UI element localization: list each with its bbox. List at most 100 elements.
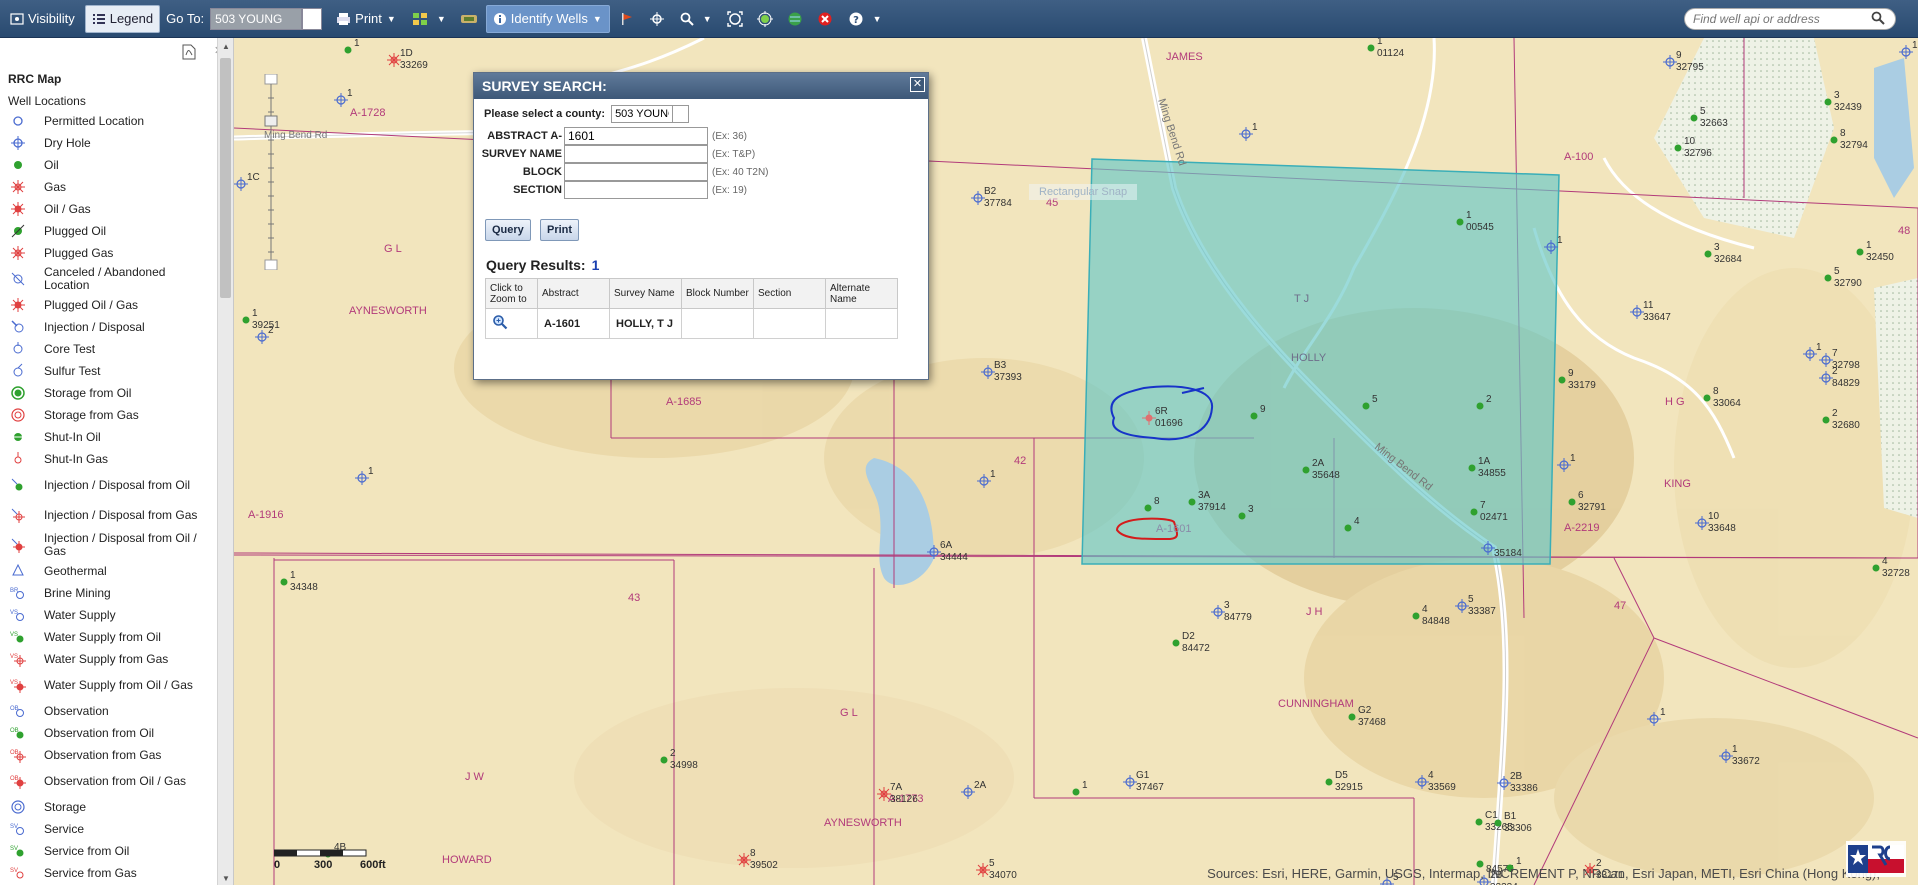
legend-item-shutin-oil: Shut-In Oil <box>0 426 216 448</box>
dialog-titlebar[interactable]: SURVEY SEARCH: ✕ <box>474 73 928 99</box>
goto-dropdown[interactable] <box>302 7 323 30</box>
close-icon[interactable]: ✕ <box>910 77 925 92</box>
well-api-label: 39251 <box>252 320 280 331</box>
list-icon <box>92 12 106 26</box>
legend-scrollbar[interactable]: ▲ ▼ <box>217 38 233 885</box>
survey-label: A-2219 <box>1564 522 1599 534</box>
legend-scroll-thumb[interactable] <box>220 58 231 298</box>
scroll-up-icon[interactable]: ▲ <box>221 42 231 51</box>
pdf-icon[interactable] <box>182 44 196 60</box>
zoom-to-cell[interactable] <box>485 308 538 339</box>
well-id-label: 1 <box>1866 240 1872 251</box>
legend-button[interactable]: Legend <box>84 4 161 33</box>
main-toolbar: Visibility Legend Go To: Print ▼ ▼ Ident… <box>0 0 1918 38</box>
results-column-header: Abstract <box>537 278 610 309</box>
magnifier-icon <box>680 12 694 26</box>
well-api-label: 32790 <box>1834 278 1862 289</box>
well-id-label: 1 <box>347 88 353 99</box>
well-id-label: 7A <box>890 782 903 793</box>
scale-label-600: 600ft <box>360 859 386 871</box>
ws-oil-icon: VS <box>9 628 27 646</box>
legend-item-plugged-oil: Plugged Oil <box>0 220 216 242</box>
well-id-label: 6R <box>1155 406 1168 417</box>
inj-oil-icon <box>9 476 27 494</box>
well-id-label: 9 <box>1676 50 1682 61</box>
well-api-label: 37467 <box>1136 782 1164 793</box>
query-button[interactable]: Query <box>485 219 531 241</box>
legend-item-injection: Injection / Disposal <box>0 316 216 338</box>
visibility-button[interactable]: Visibility <box>4 5 81 33</box>
well-id-label: 4 <box>1428 770 1434 781</box>
legend-item-label: Injection / Disposal <box>44 319 145 334</box>
well-api-label: 34070 <box>989 870 1017 881</box>
alternate-name-cell <box>825 308 898 339</box>
well-search-input[interactable] <box>1691 11 1871 27</box>
scroll-down-icon[interactable]: ▼ <box>221 874 231 883</box>
survey-label: CUNNINGHAM <box>1278 698 1354 710</box>
survey-label: KING <box>1664 478 1691 490</box>
zoom-slider[interactable] <box>264 73 278 271</box>
legend-item-core-test: Core Test <box>0 338 216 360</box>
legend-item-label: Water Supply from Oil / Gas <box>44 677 193 692</box>
legend-item-label: Brine Mining <box>44 585 111 600</box>
print-results-button[interactable]: Print <box>540 219 580 241</box>
basemap-button[interactable]: ▼ <box>406 5 452 33</box>
plugged-oil-icon <box>9 222 27 240</box>
section-cell <box>753 308 826 339</box>
search-icon[interactable] <box>1871 11 1885 28</box>
svg-text:?: ? <box>853 15 859 26</box>
legend-item-label: Core Test <box>44 341 96 356</box>
survey-label: AYNESWORTH <box>824 817 902 829</box>
zoom-magnifier-icon[interactable] <box>492 315 508 333</box>
inj-gas-icon <box>9 506 27 524</box>
scale-label-300: 300 <box>314 859 332 871</box>
county-dropdown[interactable] <box>673 105 690 123</box>
search-field-row: SECTION (Ex: 19) <box>474 181 747 199</box>
survey-label: 47 <box>1614 600 1626 612</box>
survey-label: J H <box>1306 606 1323 618</box>
results-header-row: Click to Zoom to Abstract Survey Name Block… <box>485 278 898 309</box>
legend-item-service: SV Service <box>0 818 216 840</box>
well-api-label: 32663 <box>1700 118 1728 129</box>
print-button[interactable]: Print ▼ <box>330 5 402 33</box>
well-id-label: 1 <box>1377 38 1383 47</box>
legend-item-label: Water Supply from Gas <box>44 651 169 666</box>
survey-label: J W <box>465 771 485 783</box>
results-column-header: Block Number <box>681 278 754 309</box>
goto-input[interactable] <box>210 7 303 30</box>
well-api-label: 84472 <box>1182 643 1210 654</box>
legend-item-label: Observation from Oil <box>44 725 155 740</box>
search-field-input[interactable] <box>564 127 708 145</box>
zoom-tools-button[interactable]: ▼ <box>674 5 718 33</box>
county-select[interactable] <box>611 105 674 123</box>
globe-icon[interactable] <box>782 5 808 33</box>
search-field-input[interactable] <box>564 181 708 199</box>
table-row: A-1601 HOLLY, T J <box>485 308 898 339</box>
shutin-oil-icon <box>9 428 27 446</box>
search-field-hint: (Ex: T&P) <box>712 148 756 160</box>
help-button[interactable]: ? ▼ <box>842 5 888 33</box>
clear-icon[interactable] <box>812 5 838 33</box>
search-field-input[interactable] <box>564 163 708 181</box>
search-field-input[interactable] <box>564 145 708 163</box>
well-id-label: 2A <box>974 780 987 791</box>
locate-icon[interactable] <box>752 5 778 33</box>
printer-icon <box>336 12 351 26</box>
well-id-label: 2 <box>268 325 274 336</box>
flag-icon[interactable] <box>614 5 640 33</box>
water-supply-icon: VS <box>9 606 27 624</box>
zoom-extent-icon[interactable] <box>722 5 748 33</box>
survey-search-icon[interactable] <box>456 5 482 33</box>
well-id-label: 2 <box>1832 408 1838 419</box>
well-id-label: 4 <box>1422 604 1428 615</box>
legend-item-label: Storage <box>44 799 87 814</box>
legend-item-label: Permitted Location <box>44 113 145 128</box>
well-id-label: 1A <box>1478 456 1491 467</box>
eye-icon <box>10 12 24 26</box>
identify-wells-button[interactable]: Identify Wells ▼ <box>485 4 610 33</box>
legend-item-plugged-gas: Plugged Gas <box>0 242 216 264</box>
legend-item-label: Sulfur Test <box>44 363 101 378</box>
well-api-label: 84779 <box>1224 612 1252 623</box>
search-field-label: BLOCK <box>522 166 562 178</box>
crosshair-icon[interactable] <box>644 5 670 33</box>
